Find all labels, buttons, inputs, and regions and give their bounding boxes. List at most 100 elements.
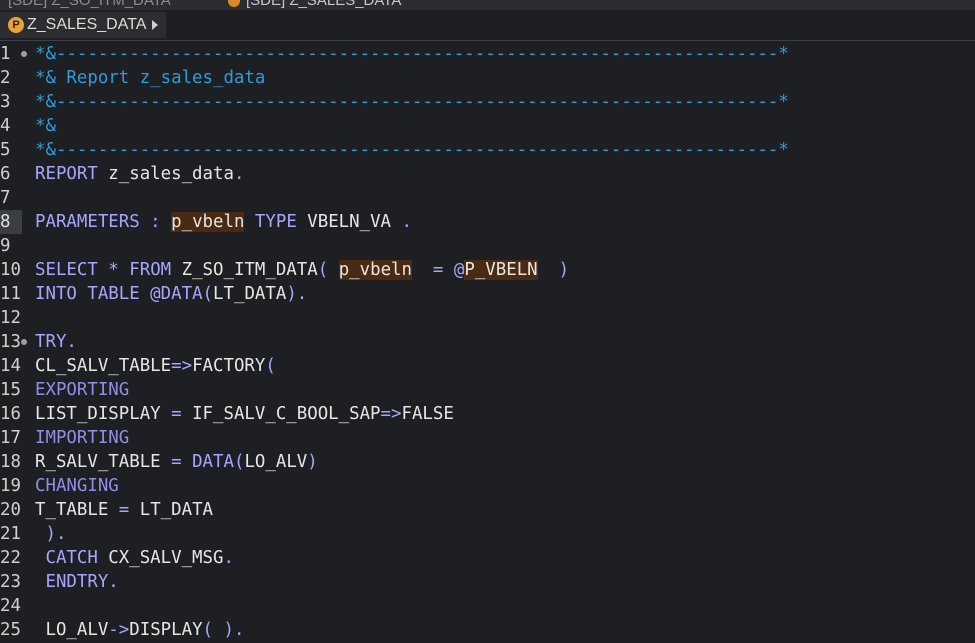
code-token: ( ).	[202, 620, 245, 640]
code-token: @	[139, 284, 161, 304]
line-number: 2	[0, 68, 11, 88]
code-token: )	[537, 260, 570, 280]
line-gutter[interactable]: 2	[0, 66, 34, 90]
code-line[interactable]: 11 INTO TABLE @DATA(LT_DATA).	[0, 282, 975, 306]
code-line[interactable]: 18 R_SALV_TABLE = DATA(LO_ALV)	[0, 450, 975, 474]
code-text: *&--------------------------------------…	[35, 42, 789, 66]
code-text: ENDTRY.	[35, 570, 118, 594]
line-gutter[interactable]: 8	[0, 210, 34, 234]
line-gutter[interactable]: 3	[0, 90, 34, 114]
line-gutter[interactable]: 15	[0, 378, 34, 402]
code-line[interactable]: 16 LIST_DISPLAY = IF_SALV_C_BOOL_SAP=>FAL…	[0, 402, 975, 426]
code-line[interactable]: 4 *&	[0, 114, 975, 138]
line-gutter[interactable]: 16	[0, 402, 34, 426]
line-gutter[interactable]: 9	[0, 234, 34, 258]
code-text: *&--------------------------------------…	[35, 90, 789, 114]
code-line[interactable]: 12	[0, 306, 975, 330]
line-number: 11	[0, 284, 21, 304]
divider	[0, 40, 975, 41]
code-text: ).	[35, 522, 66, 546]
keyword-token: CHANGING	[35, 476, 119, 496]
code-line[interactable]: 25 LO_ALV->DISPLAY( ).	[0, 618, 975, 642]
code-text: REPORT z_sales_data.	[35, 162, 244, 186]
line-gutter[interactable]: 24	[0, 594, 34, 618]
highlighted-identifier: p_vbeln	[338, 260, 412, 280]
code-line[interactable]: 9	[0, 234, 975, 258]
code-editor[interactable]: 1 *&-------------------------------------…	[0, 42, 975, 643]
chevron-right-icon[interactable]	[152, 20, 159, 30]
code-token: .	[223, 548, 234, 568]
code-text: *& Report z_sales_data	[35, 66, 265, 90]
line-number: 1	[0, 44, 11, 64]
code-token: :	[139, 212, 172, 232]
line-number: 13	[0, 332, 21, 352]
code-line[interactable]: 14 CL_SALV_TABLE=>FACTORY(	[0, 354, 975, 378]
tab-label: [SDE] Z_SO_ITM_DATA	[8, 0, 171, 9]
line-number: 7	[0, 188, 11, 208]
code-line[interactable]: 2 *& Report z_sales_data	[0, 66, 975, 90]
code-line[interactable]: 8 PARAMETERS : p_vbeln TYPE VBELN_VA .	[0, 210, 975, 234]
line-gutter[interactable]: 4	[0, 114, 34, 138]
line-gutter[interactable]: 20	[0, 498, 34, 522]
code-token: .	[66, 332, 77, 352]
line-number: 9	[0, 236, 11, 256]
line-gutter[interactable]: 17	[0, 426, 34, 450]
line-number: 19	[0, 476, 21, 496]
code-line[interactable]: 3 *&-------------------------------------…	[0, 90, 975, 114]
line-gutter[interactable]: 6	[0, 162, 34, 186]
line-gutter[interactable]: 11	[0, 282, 34, 306]
breadcrumb[interactable]: P Z_SALES_DATA	[0, 12, 167, 38]
code-line[interactable]: 6 REPORT z_sales_data.	[0, 162, 975, 186]
code-line[interactable]: 21 ).	[0, 522, 975, 546]
code-line[interactable]: 23 ENDTRY.	[0, 570, 975, 594]
keyword-token: ENDTRY	[35, 572, 109, 592]
code-line[interactable]: 15 EXPORTING	[0, 378, 975, 402]
code-text: *&--------------------------------------…	[35, 138, 789, 162]
fold-toggle-icon[interactable]	[21, 51, 27, 57]
line-gutter[interactable]: 5	[0, 138, 34, 162]
code-text: IMPORTING	[35, 426, 129, 450]
code-line[interactable]: 13 TRY.	[0, 330, 975, 354]
line-number: 14	[0, 356, 21, 376]
code-token: =	[108, 500, 140, 520]
line-gutter[interactable]: 18	[0, 450, 34, 474]
line-number: 8	[0, 212, 11, 232]
line-number: 22	[0, 548, 21, 568]
line-number: 6	[0, 164, 11, 184]
code-line[interactable]: 22 CATCH CX_SALV_MSG.	[0, 546, 975, 570]
line-gutter[interactable]: 13	[0, 330, 34, 354]
line-gutter[interactable]: 21	[0, 522, 34, 546]
code-token: ).	[35, 524, 67, 544]
line-gutter[interactable]: 19	[0, 474, 34, 498]
code-line[interactable]: 7	[0, 186, 975, 210]
code-token: (	[233, 452, 245, 472]
code-line[interactable]: 10 SELECT * FROM Z_SO_ITM_DATA( p_vbeln =…	[0, 258, 975, 282]
code-token: ).	[286, 284, 308, 304]
code-token: VBELN_VA	[296, 212, 402, 232]
fold-toggle-icon[interactable]	[21, 339, 27, 345]
highlighted-identifier: P_VBELN	[464, 260, 538, 280]
code-token: ->	[108, 620, 130, 640]
code-line[interactable]: 5 *&-------------------------------------…	[0, 138, 975, 162]
line-gutter[interactable]: 25	[0, 618, 34, 642]
line-gutter[interactable]: 7	[0, 186, 34, 210]
code-token: z_sales_data	[97, 164, 234, 184]
tab-z-so-itm-data[interactable]: [SDE] Z_SO_ITM_DATA	[8, 0, 171, 10]
code-line[interactable]: 20 T_TABLE = LT_DATA	[0, 498, 975, 522]
code-line[interactable]: 1 *&-------------------------------------…	[0, 42, 975, 66]
code-text: T_TABLE = LT_DATA	[35, 498, 213, 522]
line-gutter[interactable]: 10	[0, 258, 34, 282]
breadcrumb-label: Z_SALES_DATA	[27, 16, 147, 33]
code-line[interactable]: 17 IMPORTING	[0, 426, 975, 450]
line-gutter[interactable]: 1	[0, 42, 34, 66]
line-gutter[interactable]: 12	[0, 306, 34, 330]
code-token: .	[233, 164, 245, 184]
code-line[interactable]: 24	[0, 594, 975, 618]
tab-z-sales-data[interactable]: [SDE] Z_SALES_DATA	[228, 0, 401, 10]
line-gutter[interactable]: 14	[0, 354, 34, 378]
code-line[interactable]: 19 CHANGING	[0, 474, 975, 498]
line-gutter[interactable]: 23	[0, 570, 34, 594]
code-token: LT_DATA	[213, 284, 287, 304]
line-gutter[interactable]: 22	[0, 546, 34, 570]
